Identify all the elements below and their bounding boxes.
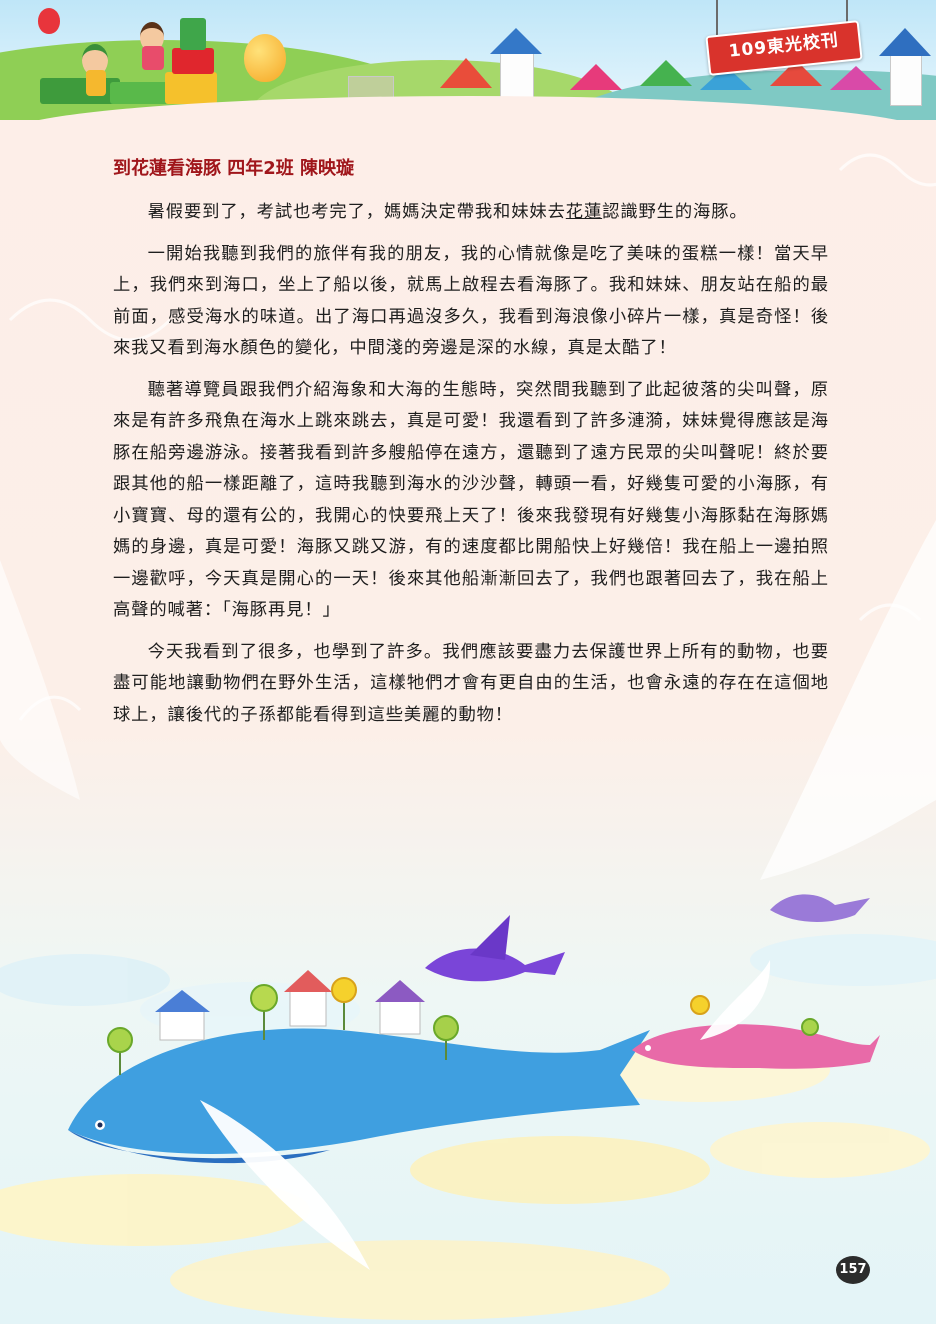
tower-icon [500,52,534,100]
paragraph-text: 暑假要到了，考試也考完了，媽媽決定帶我和妹妹去 [147,202,566,222]
paragraph-text: 認識野生的海豚。 [602,202,748,222]
article-paragraph: 今天我看到了很多，也學到了許多。我們應該要盡力去保護世界上所有的動物，也要盡可能… [113,641,829,725]
article-paragraph: 一開始我聽到我們的旅伴有我的朋友，我的心情就像是吃了美味的蛋糕一樣！當天早上，我… [113,243,829,359]
badge-string [716,0,718,36]
article-body: 暑假要到了，考試也考完了，媽媽決定帶我和妹妹去花蓮認識野生的海豚。 一開始我聽到… [113,197,829,741]
article-paragraph: 聽著導覽員跟我們介紹海象和大海的生態時，突然間我聽到了此起彼落的尖叫聲，原來是有… [113,379,829,621]
article-title: 到花蓮看海豚 四年2班 陳映璇 [113,158,355,179]
page-number: 157 [836,1256,870,1284]
balloon-icon [244,34,286,82]
roof-icon [490,28,542,54]
roof-icon [640,60,692,86]
toy-block [40,78,120,104]
tower-icon [890,54,922,106]
toy-block [172,48,214,74]
toy-block [165,72,217,104]
roof-icon [570,64,622,90]
child-figure-body [142,46,164,70]
article-paragraph: 暑假要到了，考試也考完了，媽媽決定帶我和妹妹去花蓮認識野生的海豚。 [113,197,829,229]
roof-icon [830,66,882,90]
roof-icon [879,28,931,56]
roof-icon [440,58,492,88]
toy-block [180,18,206,50]
underlined-place-name: 花蓮 [565,202,603,222]
balloon-icon [38,8,60,34]
child-figure-body [86,70,106,96]
